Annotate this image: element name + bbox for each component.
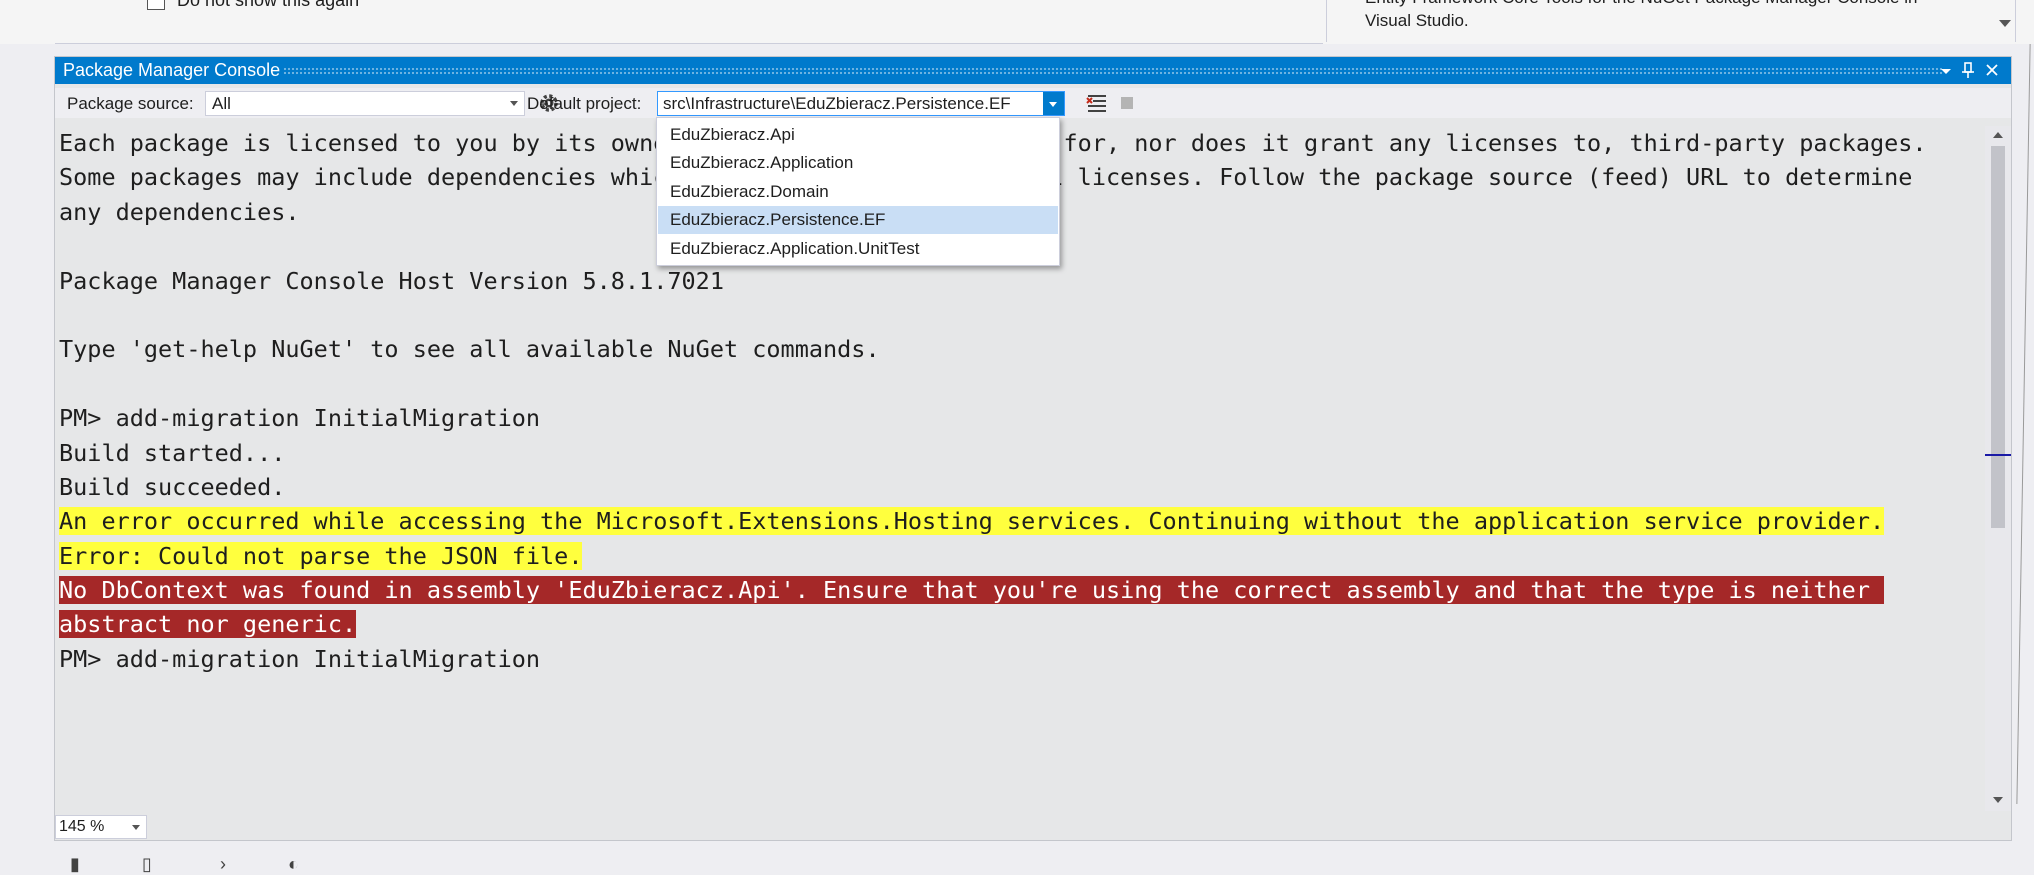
close-icon[interactable] bbox=[1981, 57, 2003, 84]
chevron-down-icon[interactable] bbox=[1049, 102, 1057, 107]
default-project-label: Default project: bbox=[527, 94, 642, 113]
console-line-text: Type 'get-help NuGet' to see all availab… bbox=[59, 335, 880, 364]
console-line: Error: Could not parse the JSON file. bbox=[59, 539, 1927, 573]
package-source-select[interactable]: All bbox=[205, 91, 525, 116]
pin-icon[interactable] bbox=[1957, 57, 1979, 84]
scrollbar-thumb[interactable] bbox=[1991, 146, 2005, 528]
console-line: PM> add-migration InitialMigration bbox=[59, 642, 1927, 676]
description-line-2: Visual Studio. bbox=[1365, 11, 1469, 30]
scroll-down-icon[interactable] bbox=[1993, 797, 2003, 803]
window-title: Package Manager Console bbox=[63, 60, 281, 80]
dont-show-checkbox[interactable] bbox=[147, 0, 165, 10]
dropdown-item[interactable]: EduZbieracz.Application.UnitTest bbox=[658, 235, 1058, 263]
scroll-up-icon[interactable] bbox=[1993, 132, 2003, 138]
top-right-pane: Entity Framework Core Tools for the NuGe… bbox=[1326, 0, 2016, 42]
stop-icon[interactable] bbox=[1121, 97, 1133, 109]
warning-message: An error occurred while accessing the Mi… bbox=[59, 507, 1885, 536]
zoom-select[interactable]: 145 % bbox=[55, 815, 147, 839]
console-line: An error occurred while accessing the Mi… bbox=[59, 504, 1927, 538]
dropdown-item[interactable]: EduZbieracz.Domain bbox=[658, 178, 1058, 206]
console-line: No DbContext was found in assembly 'EduZ… bbox=[59, 573, 1927, 607]
description-scrollbar[interactable] bbox=[1993, 0, 2015, 42]
package-source-value: All bbox=[212, 94, 231, 113]
dropdown-item[interactable]: EduZbieracz.Api bbox=[658, 121, 1058, 149]
default-project-dropdown-list: EduZbieracz.Api EduZbieracz.Application Ed… bbox=[656, 117, 1060, 266]
zoom-value: 145 % bbox=[59, 818, 105, 835]
title-grip bbox=[283, 67, 1943, 75]
default-project-value: src\Infrastructure\EduZbieracz.Persisten… bbox=[663, 94, 1011, 113]
console-scrollbar[interactable] bbox=[1985, 126, 2011, 811]
clear-console-icon[interactable] bbox=[1085, 91, 1109, 115]
chevron-down-icon[interactable] bbox=[510, 101, 518, 106]
console-line: Build started... bbox=[59, 436, 1927, 470]
console-line-text: PM> add-migration InitialMigration bbox=[59, 404, 541, 433]
dropdown-item[interactable]: EduZbieracz.Application bbox=[658, 149, 1058, 177]
toolbar: Package source: All Default project: src… bbox=[55, 88, 2011, 118]
bottom-toolbar-strip: ▮ ▯ › ◐ bbox=[0, 848, 2034, 874]
package-source-label: Package source: bbox=[67, 94, 194, 113]
console-line: abstract nor generic. bbox=[59, 607, 1927, 641]
default-project-select[interactable]: src\Infrastructure\EduZbieracz.Persisten… bbox=[657, 91, 1065, 116]
scroll-position-marker bbox=[1985, 454, 2011, 456]
error-message: abstract nor generic. bbox=[59, 610, 357, 639]
console-line: Package Manager Console Host Version 5.8… bbox=[59, 264, 1927, 298]
scroll-down-icon[interactable] bbox=[1999, 20, 2011, 27]
description-text: Entity Framework Core Tools for the NuGe… bbox=[1365, 0, 1965, 32]
top-area: Do not show this again Entity Framework … bbox=[0, 0, 2034, 44]
console-line: PM> add-migration InitialMigration bbox=[59, 401, 1927, 435]
console-line-text: Build succeeded. bbox=[59, 472, 286, 501]
chevron-right-icon[interactable]: › bbox=[220, 854, 226, 875]
warning-message: Error: Could not parse the JSON file. bbox=[59, 541, 583, 570]
console-line-text: PM> add-migration InitialMigration bbox=[59, 644, 541, 673]
console-line-text: any dependencies. bbox=[59, 197, 300, 226]
right-edge-divider bbox=[2016, 44, 2031, 804]
dropdown-item[interactable]: EduZbieracz.Persistence.EF bbox=[658, 206, 1058, 235]
console-line: Build succeeded. bbox=[59, 470, 1927, 504]
chevron-down-icon[interactable] bbox=[132, 825, 140, 830]
console-line-text: Build started... bbox=[59, 438, 286, 467]
console-line-text: Package Manager Console Host Version 5.8… bbox=[59, 266, 724, 295]
error-message: No DbContext was found in assembly 'EduZ… bbox=[59, 576, 1885, 605]
title-bar[interactable]: Package Manager Console bbox=[55, 57, 2011, 84]
clipboard-icon[interactable]: ▮ bbox=[70, 854, 80, 875]
description-line-1: Entity Framework Core Tools for the NuGe… bbox=[1365, 0, 1965, 9]
document-icon[interactable]: ▯ bbox=[142, 854, 152, 875]
console-line: Type 'get-help NuGet' to see all availab… bbox=[59, 332, 1927, 366]
chevron-down-icon[interactable] bbox=[1935, 57, 1957, 84]
default-project-dropdown-button[interactable] bbox=[1043, 92, 1064, 115]
dont-show-label: Do not show this again bbox=[177, 0, 360, 10]
right-edge-panel bbox=[2014, 44, 2034, 866]
top-left-pane: Do not show this again bbox=[55, 0, 1323, 44]
settings-icon[interactable]: ◐ bbox=[288, 854, 299, 875]
